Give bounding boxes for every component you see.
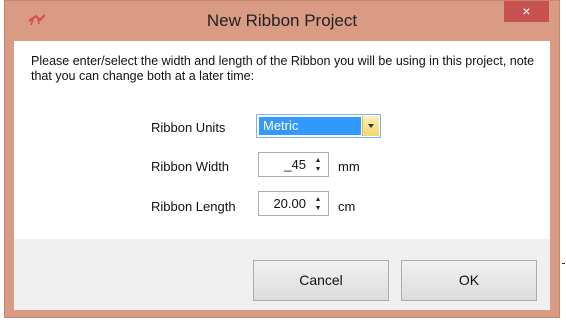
dialog-window: New Ribbon Project × Please enter/select… — [4, 0, 560, 318]
title-bar[interactable]: New Ribbon Project × — [5, 1, 559, 41]
button-bar: Cancel OK — [14, 239, 550, 310]
ribbon-length-label: Ribbon Length — [151, 199, 236, 214]
spin-up-icon[interactable] — [316, 158, 320, 162]
window-title: New Ribbon Project — [206, 11, 358, 30]
spin-up-icon[interactable] — [316, 197, 320, 201]
ribbon-width-value[interactable]: _45 — [284, 153, 306, 176]
spin-down-icon[interactable] — [316, 167, 320, 171]
ribbon-length-value[interactable]: 20.00 — [273, 192, 306, 215]
ribbon-length-spin-buttons[interactable] — [311, 194, 325, 213]
spin-down-icon[interactable] — [316, 206, 320, 210]
ribbon-width-unit: mm — [338, 159, 360, 174]
close-button[interactable]: × — [504, 1, 549, 22]
ribbon-units-label: Ribbon Units — [151, 120, 226, 135]
ribbon-units-select[interactable]: Metric — [256, 114, 381, 138]
ribbon-length-spinner[interactable]: 20.00 — [258, 191, 329, 216]
chevron-down-icon[interactable] — [362, 116, 379, 136]
ribbon-width-spinner[interactable]: _45 — [258, 152, 329, 177]
ok-button[interactable]: OK — [401, 260, 537, 301]
dialog-content: Please enter/select the width and length… — [14, 41, 550, 310]
close-icon: × — [522, 3, 531, 19]
cancel-button[interactable]: Cancel — [253, 260, 389, 301]
ribbon-length-unit: cm — [338, 199, 356, 214]
ribbon-units-value: Metric — [259, 117, 361, 135]
ribbon-width-label: Ribbon Width — [151, 159, 230, 174]
edge-artifact — [562, 263, 565, 264]
ribbon-width-spin-buttons[interactable] — [311, 155, 325, 174]
instructions-text: Please enter/select the width and length… — [31, 54, 535, 83]
